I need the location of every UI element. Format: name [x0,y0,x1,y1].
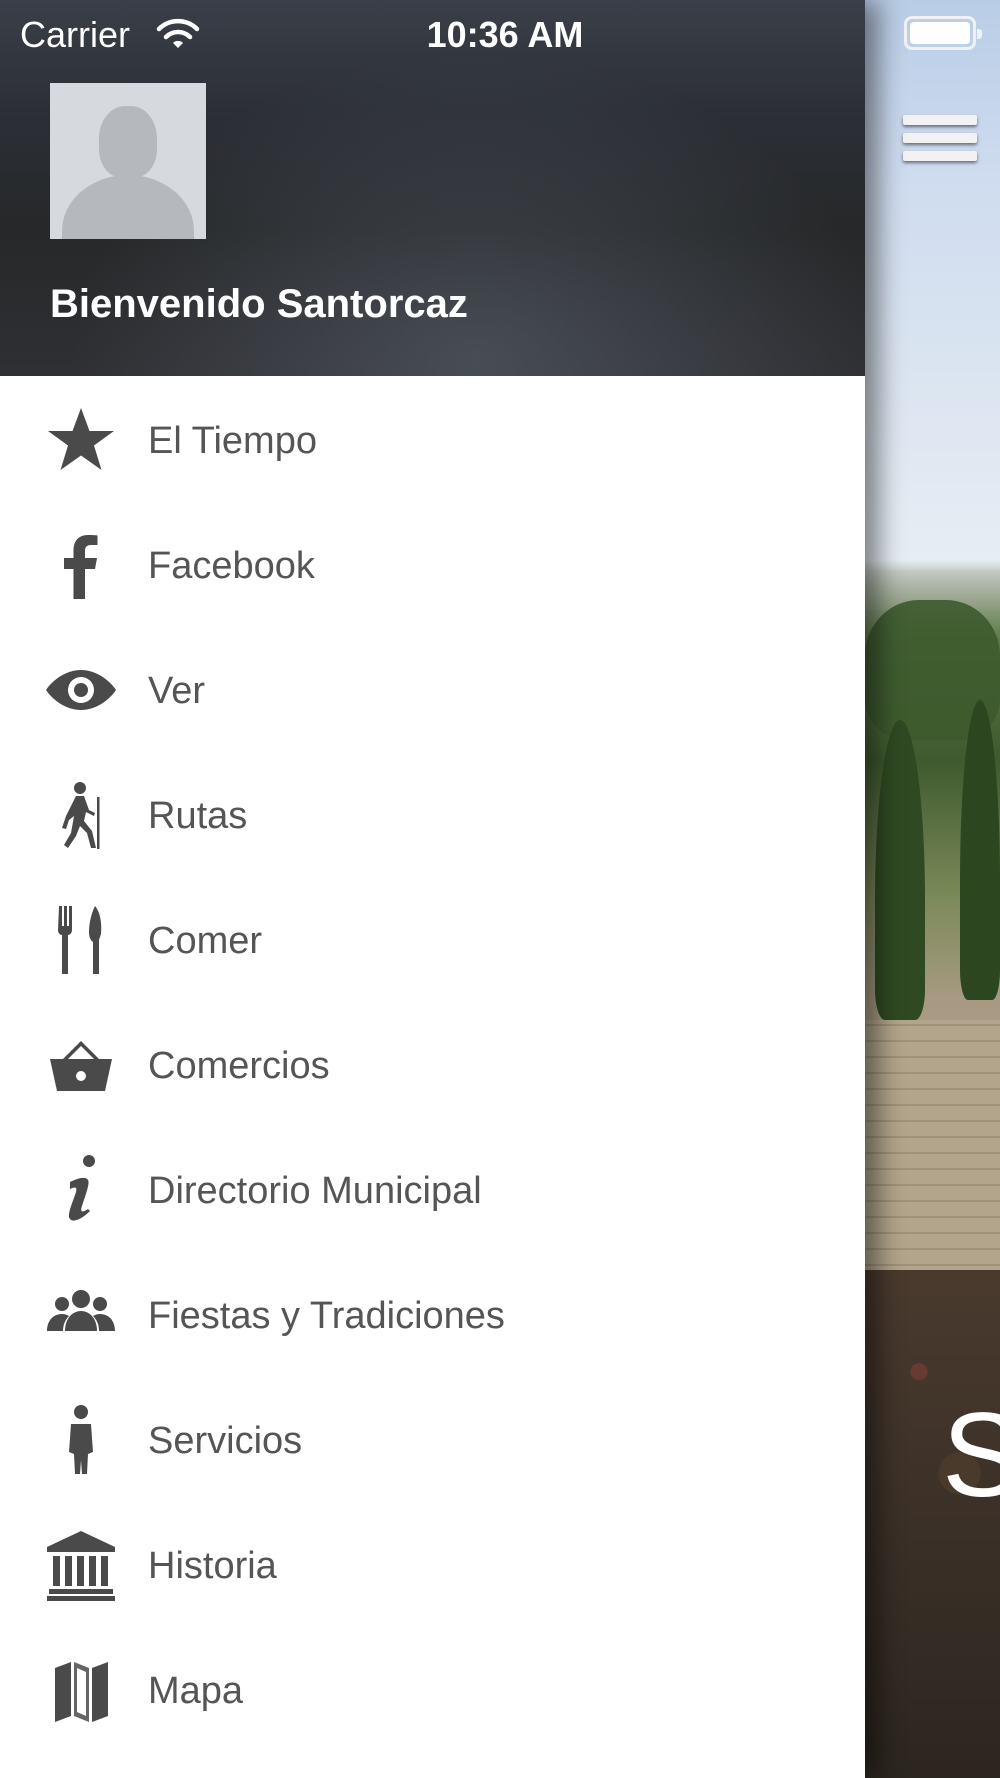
person-icon [45,1404,117,1476]
map-icon [45,1654,117,1726]
side-drawer: Bienvenido Santorcaz El Tiempo Facebook … [0,0,865,1778]
welcome-text: Bienvenido Santorcaz [50,282,468,326]
eye-icon [45,654,117,726]
status-bar: Carrier 10:36 AM [0,0,1000,66]
brush-area [865,1270,1000,1778]
menu-item-label: Comer [148,920,263,962]
menu-item-label: Servicios [148,1420,303,1462]
hiker-icon [45,779,117,851]
fork-knife-icon [45,904,117,976]
avatar[interactable] [50,83,206,239]
menu-item-label: Facebook [148,545,315,587]
stone-wall [865,1020,1000,1280]
menu-item-label: El Tiempo [148,420,317,462]
drawer-menu: El Tiempo Facebook Ver Rutas Comer Comer… [0,376,865,1751]
clock: 10:36 AM [0,14,1000,56]
menu-item-el-tiempo[interactable]: El Tiempo [0,376,865,501]
menu-item-label: Historia [148,1545,277,1587]
menu-item-label: Fiestas y Tradiciones [148,1295,505,1337]
battery-icon [904,16,982,50]
menu-item-label: Rutas [148,795,248,837]
time-text: 10:36 AM [426,14,584,55]
hamburger-menu-icon[interactable] [903,115,977,171]
star-icon [45,404,117,476]
menu-item-label: Comercios [148,1045,330,1087]
menu-item-historia[interactable]: Historia [0,1501,865,1626]
menu-item-ver[interactable]: Ver [0,626,865,751]
basket-icon [45,1029,117,1101]
main-title-partial: S [942,1388,1000,1522]
menu-item-label: Mapa [148,1670,244,1712]
menu-item-rutas[interactable]: Rutas [0,751,865,876]
menu-item-label: Ver [148,670,206,712]
menu-item-comercios[interactable]: Comercios [0,1001,865,1126]
menu-item-facebook[interactable]: Facebook [0,501,865,626]
menu-item-comer[interactable]: Comer [0,876,865,1001]
menu-item-directorio-municipal[interactable]: Directorio Municipal [0,1126,865,1251]
facebook-icon [45,529,117,601]
group-icon [45,1279,117,1351]
menu-item-label: Directorio Municipal [148,1170,482,1212]
museum-icon [45,1529,117,1601]
cypress-tree [960,700,1000,1000]
menu-item-mapa[interactable]: Mapa [0,1626,865,1751]
info-icon [45,1154,117,1226]
cypress-tree [875,720,925,1020]
menu-item-servicios[interactable]: Servicios [0,1376,865,1501]
menu-item-fiestas-y-tradiciones[interactable]: Fiestas y Tradiciones [0,1251,865,1376]
